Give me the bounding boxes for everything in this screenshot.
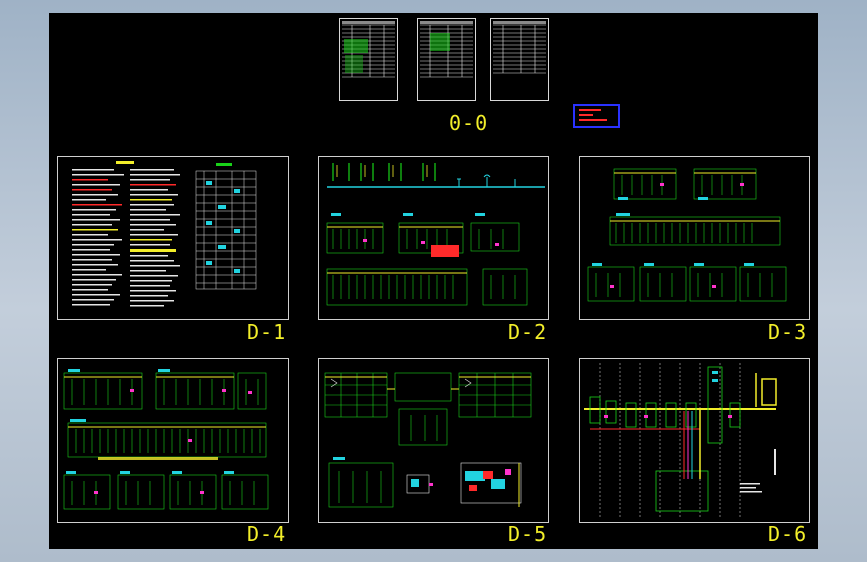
legend-box[interactable] [573, 104, 620, 128]
sheet-label-d3: D-3 [768, 320, 808, 344]
sheet-label-d5: D-5 [508, 522, 548, 546]
sheet-d5[interactable] [318, 358, 549, 523]
cover-label: 0-0 [449, 111, 489, 135]
legend-line [579, 109, 601, 111]
sheet-label-d4: D-4 [247, 522, 287, 546]
sheet-d3[interactable] [579, 156, 810, 320]
distribution-schematic-drawing [326, 163, 545, 306]
cover-table-drawing [420, 21, 473, 78]
panel-schematic-drawing [587, 168, 787, 302]
legend-line [579, 114, 593, 116]
sheet-label-d6: D-6 [768, 522, 808, 546]
sheet-d1[interactable] [57, 156, 289, 320]
sheet-label-d1: D-1 [247, 320, 287, 344]
panel-schematic-drawing [63, 369, 269, 510]
legend-line [579, 119, 607, 121]
cover-sheet-1[interactable] [339, 18, 398, 101]
sheet-d2[interactable] [318, 156, 549, 320]
sheet-label-d2: D-2 [508, 320, 548, 344]
control-circuit-drawing [324, 372, 532, 508]
sheet-d6[interactable] [579, 358, 810, 523]
cover-sheet-2[interactable] [417, 18, 476, 101]
cover-sheet-3[interactable] [490, 18, 549, 101]
riser-diagram-drawing [584, 363, 777, 519]
cover-table-drawing [493, 21, 546, 74]
design-notes-drawing [72, 161, 257, 307]
cad-model-space[interactable]: 0-0 D-1 D-2 D-3 D-4 D-5 D-6 [49, 13, 818, 549]
cover-table-drawing [342, 21, 395, 78]
sheet-d4[interactable] [57, 358, 289, 523]
